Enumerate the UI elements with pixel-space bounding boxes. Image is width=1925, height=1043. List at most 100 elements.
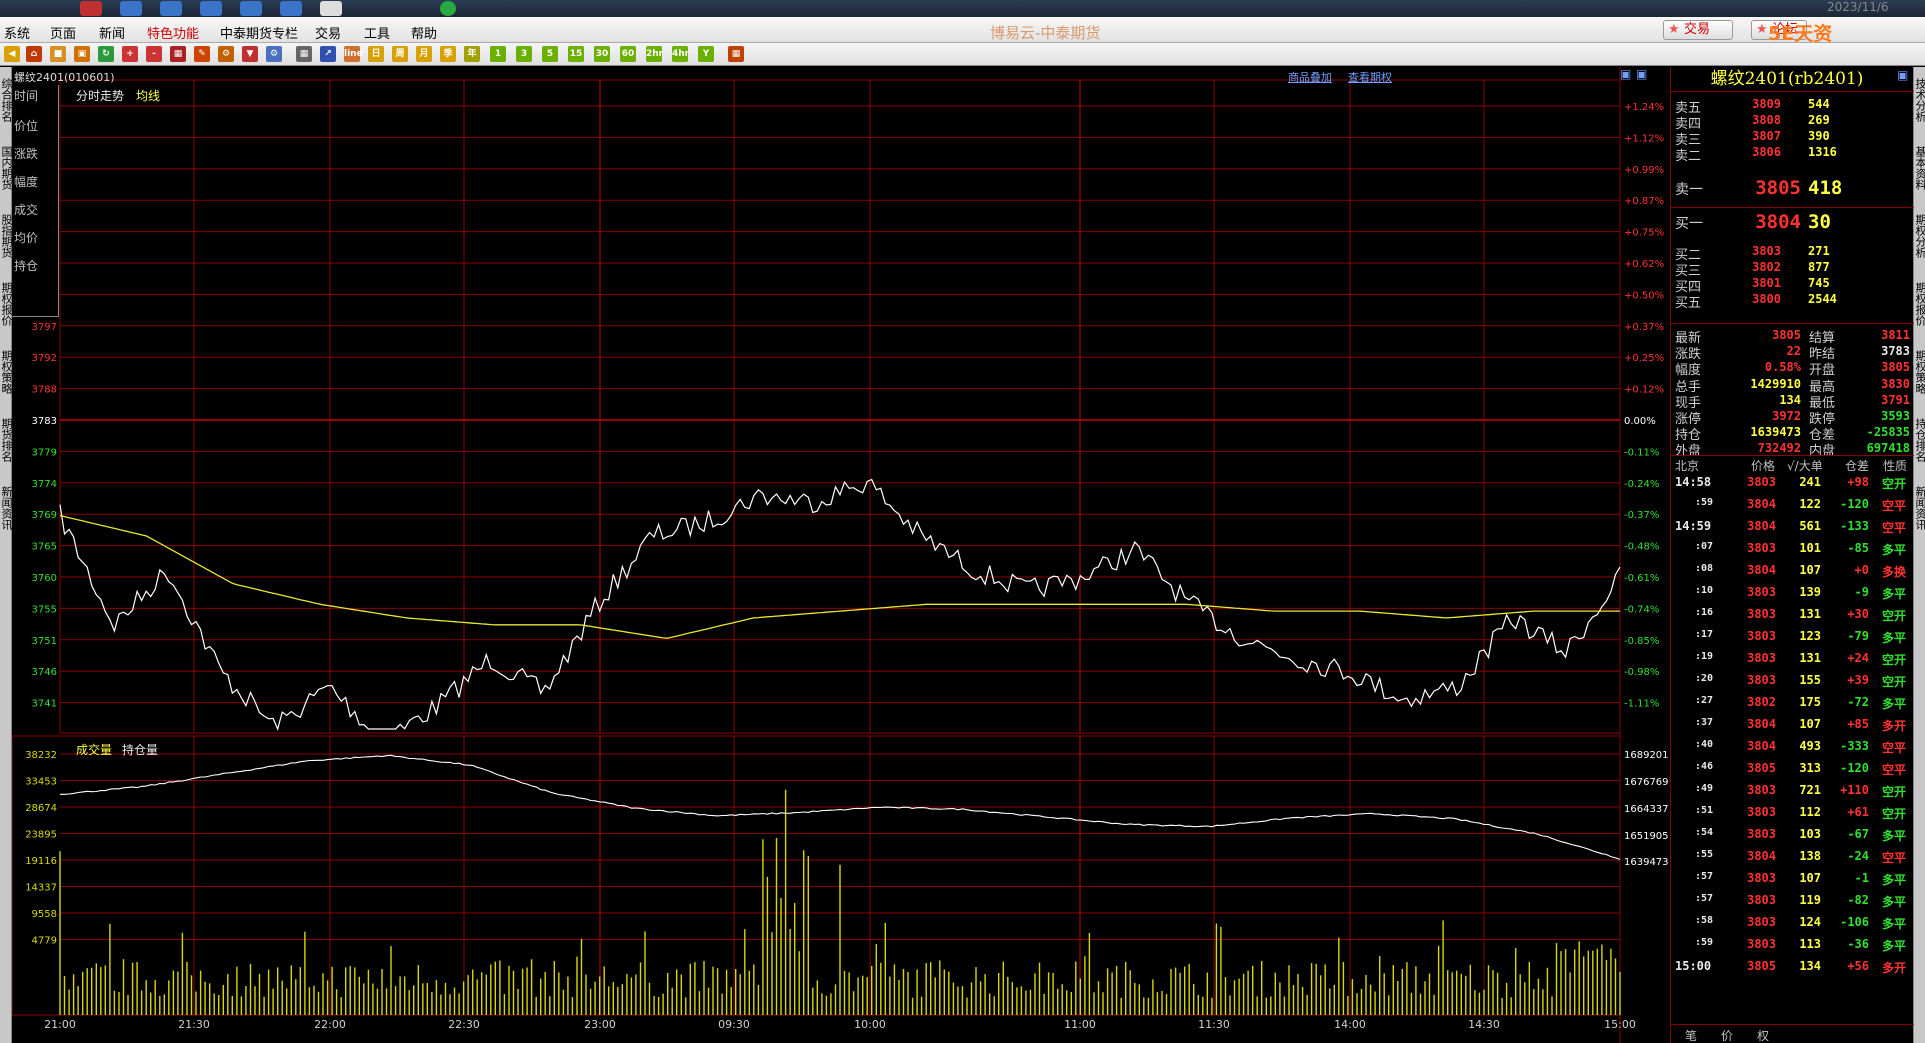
refresh-icon[interactable]: ↻ — [98, 46, 114, 62]
menu-page[interactable]: 页面 — [50, 23, 76, 42]
stat-value: 697418 — [1866, 441, 1910, 456]
bid-price[interactable]: 3804 — [1721, 211, 1801, 233]
period-day-button[interactable]: 日 — [368, 46, 384, 62]
tick-oi-change: +110 — [1840, 783, 1869, 797]
tab-trades[interactable]: 笔 — [1685, 1027, 1697, 1043]
bid-price[interactable]: 3801 — [1711, 276, 1781, 290]
ask-price[interactable]: 3809 — [1711, 97, 1781, 111]
trade-button[interactable]: 交易 — [1663, 20, 1733, 40]
app-title: 博易云-中泰期货 — [990, 24, 1101, 42]
menu-column[interactable]: 中泰期货专栏 — [220, 23, 298, 42]
period-30min-button[interactable]: 30 — [594, 46, 610, 62]
overlay-link[interactable]: 商品叠加 — [1288, 69, 1332, 85]
layers-icon[interactable]: ▦ — [170, 46, 186, 62]
info-label-time: 时间 — [14, 89, 39, 103]
grid-icon[interactable]: ▦ — [728, 46, 744, 62]
menu-features[interactable]: 特色功能 — [147, 23, 199, 42]
menu-tools[interactable]: 工具 — [364, 23, 390, 42]
tick-volume: 107 — [1799, 717, 1821, 731]
period-month-button[interactable]: 月 — [416, 46, 432, 62]
right-tab-news[interactable]: 新闻资讯 — [1914, 477, 1925, 539]
folder-icon[interactable]: ■ — [50, 46, 66, 62]
app-icon[interactable] — [120, 1, 142, 16]
tick-price: 3804 — [1747, 717, 1776, 731]
stat-value: 0.58% — [1764, 360, 1801, 375]
intraday-chart-svg[interactable]: 21:00 21:30 22:00 22:30 23:00 09:30 10:00 11:00… — [12, 67, 1670, 1043]
period-year-button[interactable]: 年 — [464, 46, 480, 62]
ask-price[interactable]: 3805 — [1721, 177, 1801, 199]
back-icon[interactable]: ◀ — [4, 46, 20, 62]
zoom-in-icon[interactable]: + — [122, 46, 138, 62]
app-icon[interactable] — [80, 1, 102, 16]
left-tab-news[interactable]: 新闻资讯 — [0, 477, 13, 539]
quote-settings-icon[interactable]: ▣ — [1897, 68, 1908, 82]
brush-icon[interactable]: ⚙ — [218, 46, 234, 62]
tick-nature: 多平 — [1882, 543, 1907, 557]
period-y-button[interactable]: Y — [698, 46, 714, 62]
left-tab-index-futures[interactable]: 股指期货 — [0, 205, 13, 267]
left-tab-option-strategy[interactable]: 期权策略 — [0, 341, 13, 403]
stat-value: 134 — [1779, 392, 1801, 407]
divider — [1671, 91, 1914, 92]
app-icon[interactable] — [160, 1, 182, 16]
zoom-out-icon[interactable]: - — [146, 46, 162, 62]
left-tab-futures-ranking[interactable]: 期货排名 — [0, 409, 13, 471]
menu-trade[interactable]: 交易 — [315, 23, 341, 42]
app-icon[interactable] — [200, 1, 222, 16]
window-icon[interactable]: ▣ — [74, 46, 90, 62]
period-60min-button[interactable]: 60 — [620, 46, 636, 62]
app-icon[interactable] — [280, 1, 302, 16]
left-tab-ranking[interactable]: 综合排名 — [0, 69, 13, 131]
period-5min-button[interactable]: 5 — [542, 46, 558, 62]
right-tab-option-quote[interactable]: 期权报价 — [1914, 273, 1925, 335]
left-tab-domestic-futures[interactable]: 国内期货 — [0, 137, 13, 199]
tick-oi-change: -79 — [1847, 629, 1869, 643]
date-label: 2023/11/6 — [1827, 0, 1889, 14]
bid-price[interactable]: 3802 — [1711, 260, 1781, 274]
left-tab-option-quote[interactable]: 期权报价 — [0, 273, 13, 335]
right-tab-position-ranking[interactable]: 持仓排名 — [1914, 409, 1925, 471]
tab-rights[interactable]: 权 — [1757, 1027, 1769, 1043]
pen-icon[interactable]: ✎ — [194, 46, 210, 62]
intraday-chart[interactable]: 21:00 21:30 22:00 22:30 23:00 09:30 10:00 11:00… — [12, 67, 1670, 1043]
app-icon[interactable] — [440, 1, 456, 16]
period-week-button[interactable]: 周 — [392, 46, 408, 62]
settings-icon[interactable]: ⚙ — [266, 46, 282, 62]
view-option-link[interactable]: 查看期权 — [1348, 69, 1392, 85]
volume-tick-label: 14337 — [25, 883, 57, 894]
period-1min-button[interactable]: 1 — [490, 46, 506, 62]
table-icon[interactable]: ▦ — [296, 46, 312, 62]
window-close-icon[interactable]: ▣ — [1636, 67, 1647, 81]
intraday-icon[interactable]: ↗ — [320, 46, 336, 62]
tick-oi-change: -67 — [1847, 827, 1869, 841]
bid-price[interactable]: 3803 — [1711, 244, 1781, 258]
ask-price[interactable]: 3807 — [1711, 129, 1781, 143]
bid-price[interactable]: 3800 — [1711, 292, 1781, 306]
period-quarter-button[interactable]: 季 — [440, 46, 456, 62]
menu-system[interactable]: 系统 — [4, 23, 30, 42]
right-tab-option-analysis[interactable]: 期权分析 — [1914, 205, 1925, 267]
menu-help[interactable]: 帮助 — [411, 23, 437, 42]
tick-oi-change: -1 — [1854, 871, 1869, 885]
period-3min-button[interactable]: 3 — [516, 46, 532, 62]
tab-prices[interactable]: 价 — [1721, 1027, 1733, 1043]
period-2hr-button[interactable]: 2hr — [646, 46, 663, 62]
period-15min-button[interactable]: 15 — [568, 46, 584, 62]
window-restore-icon[interactable]: ▣ — [1620, 67, 1631, 81]
tick-volume: 107 — [1799, 871, 1821, 885]
home-icon[interactable]: ⌂ — [26, 46, 42, 62]
tick-volume: 119 — [1799, 893, 1821, 907]
ask-price[interactable]: 3808 — [1711, 113, 1781, 127]
right-tab-tech-analysis[interactable]: 技术分析 — [1914, 69, 1925, 131]
app-icon[interactable] — [240, 1, 262, 16]
tick-nature: 多平 — [1882, 587, 1907, 601]
stat-value: -25835 — [1866, 425, 1910, 440]
kline-tick-button[interactable]: line — [344, 46, 363, 62]
app-icon[interactable] — [320, 1, 342, 16]
right-tab-basic-info[interactable]: 基本资料 — [1914, 137, 1925, 199]
ask-price[interactable]: 3806 — [1711, 145, 1781, 159]
period-4hr-button[interactable]: 4hr — [672, 46, 689, 62]
menu-news[interactable]: 新闻 — [99, 23, 125, 42]
filter-icon[interactable]: ▼ — [242, 46, 258, 62]
right-tab-option-strategy[interactable]: 期权策略 — [1914, 341, 1925, 403]
